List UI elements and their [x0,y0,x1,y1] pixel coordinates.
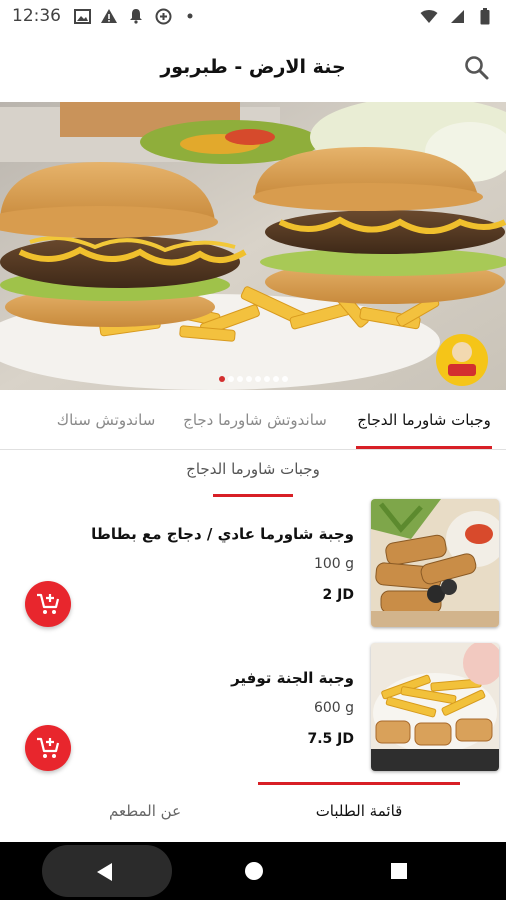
active-tab-indicator [356,446,492,449]
carousel-dot[interactable] [272,376,279,382]
app-bar: جنة الارض - طبربور [0,32,506,102]
gallery-icon [73,7,91,25]
product-weight: 100 g [313,556,354,572]
search-icon[interactable] [463,54,491,82]
tab-label: وجبات شاورما الدجاج [357,411,491,429]
product-price: 7.5 JD [307,731,354,747]
product-name: وجبة شاورما عادي / دجاج مع بطاطا [91,525,354,543]
page-title: جنة الارض - طبربور [160,56,346,78]
tab-label: ساندوتش سناك [56,411,156,429]
hero-banner[interactable] [0,102,506,390]
category-tabs: وجبات شاورما الدجاج ساندوتش شاورما دجاج … [0,390,506,450]
back-icon[interactable] [92,859,118,885]
home-icon[interactable] [242,859,266,883]
add-to-cart-icon [37,593,60,614]
bottom-navigation: قائمة الطلبات عن المطعم [0,780,506,842]
notification-bell-icon [127,7,145,25]
carousel-indicators [0,376,506,382]
tab-order-list[interactable]: قائمة الطلبات [258,780,460,842]
signal-icon [448,7,466,25]
battery-icon [476,7,494,25]
product-weight: 600 g [313,700,354,716]
carousel-dot[interactable] [281,376,288,382]
system-nav-bar [0,842,506,900]
tab-about-restaurant[interactable]: عن المطعم [60,780,230,842]
product-name: وجبة الجنة توفير [231,669,354,687]
tab-chicken-shawarma-meals[interactable]: وجبات شاورما الدجاج [352,390,496,450]
product-price: 2 JD [322,587,354,603]
status-icons-left [73,7,199,25]
tab-label: ساندوتش شاورما دجاج [183,411,327,429]
wifi-icon [420,7,438,25]
section-title: وجبات شاورما الدجاج [186,460,320,478]
tab-snack-sandwich[interactable]: ساندوتش سناك [50,390,162,450]
data-saver-icon [154,7,172,25]
bottom-tab-label: عن المطعم [108,802,182,820]
product-image [371,643,499,771]
carousel-dot[interactable] [245,376,252,382]
add-to-cart-icon [37,737,60,758]
status-icons-right [420,7,494,25]
section-underline [213,494,293,497]
recents-icon[interactable] [388,860,410,882]
carousel-dot[interactable] [254,376,261,382]
product-card[interactable]: وجبة الجنة توفير 600 g 7.5 JD [0,643,506,783]
carousel-dot[interactable] [236,376,243,382]
carousel-dot[interactable] [227,376,234,382]
carousel-dot[interactable] [218,376,225,382]
status-bar: 12:36 [0,0,506,32]
add-to-cart-button[interactable] [25,725,71,771]
add-to-cart-button[interactable] [25,581,71,627]
product-card[interactable]: وجبة شاورما عادي / دجاج مع بطاطا 100 g 2… [0,499,506,639]
tab-chicken-shawarma-sandwich[interactable]: ساندوتش شاورما دجاج [180,390,330,450]
status-time: 12:36 [12,6,61,26]
product-image [371,499,499,627]
bottom-tab-label: قائمة الطلبات [315,802,403,820]
hero-image [0,102,506,390]
alert-icon [100,7,118,25]
carousel-dot[interactable] [263,376,270,382]
dot-icon [181,7,199,25]
